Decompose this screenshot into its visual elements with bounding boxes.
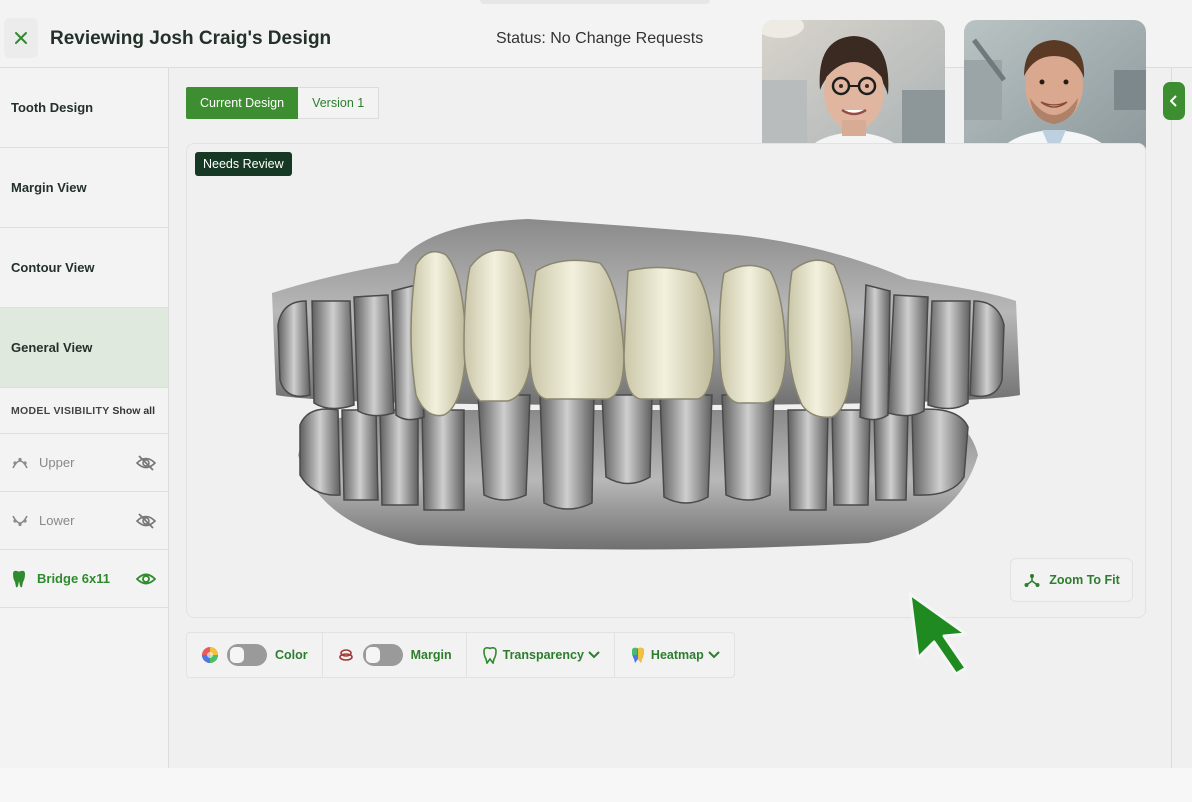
- eye-off-icon[interactable]: [136, 512, 156, 529]
- upper-arch-icon: [12, 457, 28, 468]
- zoom-fit-icon: [1024, 574, 1040, 587]
- visibility-label: Lower: [39, 513, 75, 528]
- page-title: Reviewing Josh Craig's Design: [50, 28, 332, 49]
- sidebar-item-label: Contour View: [11, 260, 95, 275]
- visibility-label: Bridge 6x11: [37, 571, 110, 586]
- visibility-label: Upper: [39, 455, 75, 470]
- visibility-row-upper[interactable]: Upper: [0, 434, 168, 492]
- color-toggle[interactable]: [227, 644, 267, 666]
- chevron-down-icon: [588, 651, 600, 659]
- lower-arch-icon: [12, 515, 28, 526]
- color-toggle-group: Color: [187, 633, 323, 677]
- top-notch: [480, 0, 710, 4]
- visibility-row-lower[interactable]: Lower: [0, 492, 168, 550]
- version-tabs: Current Design Version 1: [186, 87, 380, 119]
- margin-toggle[interactable]: [362, 644, 403, 666]
- show-all-button[interactable]: Show all: [112, 405, 155, 417]
- chevron-down-icon: [708, 651, 720, 659]
- pointer-cursor-icon: [908, 592, 968, 676]
- dental-model-3d[interactable]: [268, 205, 1024, 555]
- tab-current-design[interactable]: Current Design: [186, 87, 299, 119]
- sidebar-item-margin-view[interactable]: Margin View: [0, 148, 168, 228]
- heatmap-label: Heatmap: [650, 648, 704, 662]
- color-label: Color: [275, 648, 308, 662]
- margin-icon: [338, 649, 353, 661]
- eye-off-icon[interactable]: [136, 454, 156, 471]
- model-visibility-header: MODEL VISIBILITY Show all: [0, 388, 168, 434]
- close-button[interactable]: [4, 18, 38, 58]
- visibility-row-bridge[interactable]: Bridge 6x11: [0, 550, 168, 608]
- margin-toggle-group: Margin: [323, 633, 467, 677]
- video-tile-male-doctor[interactable]: [964, 20, 1146, 158]
- heatmap-icon: [631, 647, 644, 663]
- sidebar: Tooth Design Margin View Contour View Ge…: [0, 68, 169, 768]
- bottom-strip: [0, 768, 1192, 802]
- close-icon: [15, 32, 27, 44]
- participant-photo: [762, 20, 945, 158]
- expand-panel-button[interactable]: [1163, 82, 1185, 120]
- sidebar-item-label: Margin View: [11, 180, 87, 195]
- sidebar-item-tooth-design[interactable]: Tooth Design: [0, 68, 168, 148]
- right-panel-border: [1171, 68, 1172, 768]
- sidebar-item-label: General View: [11, 340, 93, 355]
- status-text: Status: No Change Requests: [496, 30, 704, 47]
- transparency-dropdown[interactable]: Transparency: [467, 633, 615, 677]
- tooth-icon: [13, 570, 25, 587]
- view-toolbar: Color Margin Transparency Heatmap: [186, 632, 735, 678]
- margin-label: Margin: [410, 648, 452, 662]
- tab-version-1[interactable]: Version 1: [298, 87, 380, 119]
- needs-review-badge: Needs Review: [195, 152, 292, 176]
- heatmap-dropdown[interactable]: Heatmap: [615, 633, 734, 677]
- participant-photo: [964, 20, 1146, 158]
- sidebar-item-label: Tooth Design: [11, 100, 94, 115]
- zoom-to-fit-label: Zoom To Fit: [1049, 573, 1120, 587]
- zoom-to-fit-button[interactable]: Zoom To Fit: [1010, 558, 1133, 602]
- model-visibility-title: MODEL VISIBILITY: [11, 404, 110, 417]
- transparency-label: Transparency: [502, 648, 584, 662]
- color-wheel-icon: [202, 647, 218, 663]
- sidebar-item-general-view[interactable]: General View: [0, 308, 168, 388]
- video-tile-female-doctor[interactable]: [762, 20, 945, 158]
- chevron-left-icon: [1170, 95, 1177, 107]
- sidebar-item-contour-view[interactable]: Contour View: [0, 228, 168, 308]
- eye-icon[interactable]: [136, 571, 156, 587]
- transparency-icon: [482, 647, 497, 664]
